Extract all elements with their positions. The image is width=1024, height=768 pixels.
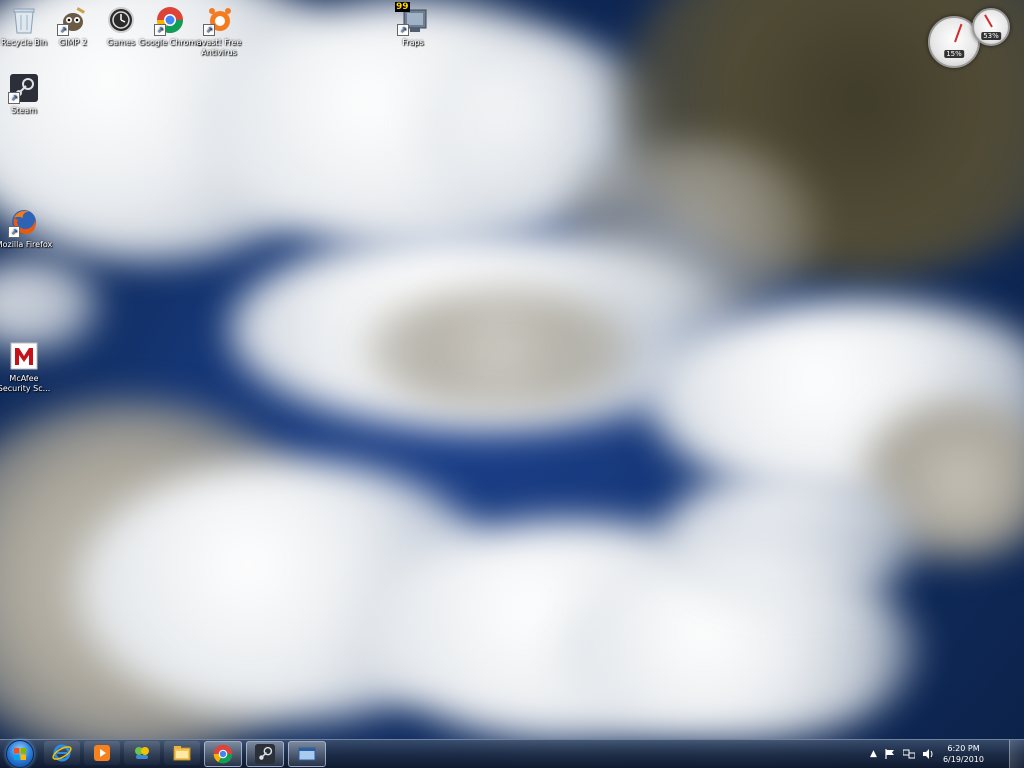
show-hidden-icons-button[interactable]: ▲	[870, 749, 877, 759]
taskbar-window[interactable]	[288, 741, 326, 767]
shortcut-arrow-icon: ↗	[8, 226, 20, 238]
clock-time: 6:20 PM	[947, 744, 980, 753]
taskbar-pinned-apps	[44, 741, 326, 767]
fraps-counter: 99	[395, 2, 410, 12]
desktop-icon-label: Steam	[11, 106, 37, 115]
desktop-icon-label: avast! Free Antivirus	[196, 38, 242, 57]
recycle-bin-icon	[8, 4, 40, 36]
firefox-icon: ↗	[8, 206, 40, 238]
window-icon	[298, 747, 316, 761]
cpu-percent: 15%	[944, 50, 964, 58]
windows-logo-icon	[14, 748, 26, 760]
taskbar: ▲ 6:20 PM 6/19/2010	[0, 739, 1024, 768]
cpu-meter-gadget[interactable]: 15% 53%	[928, 8, 1012, 68]
avast-icon: ↗	[203, 4, 235, 36]
taskbar-steam[interactable]	[246, 741, 284, 767]
chrome-icon: ↗	[154, 4, 186, 36]
taskbar-clock[interactable]: 6:20 PM 6/19/2010	[943, 743, 984, 765]
chrome-icon	[213, 744, 233, 764]
desktop-icon-label: Mozilla Firefox	[0, 240, 53, 249]
desktop-icon-label: Fraps	[402, 38, 424, 47]
taskbar-internet-explorer[interactable]	[44, 741, 80, 765]
taskbar-file-explorer[interactable]	[164, 741, 200, 765]
action-center-flag-icon[interactable]	[885, 749, 895, 759]
shortcut-arrow-icon: ↗	[203, 24, 215, 36]
internet-explorer-icon	[52, 744, 72, 762]
memory-percent: 53%	[981, 32, 1001, 40]
steam-icon: ↗	[8, 72, 40, 104]
taskbar-google-chrome[interactable]	[204, 741, 242, 767]
desktop-icon-fraps[interactable]: 99 ↗ Fraps	[381, 2, 445, 48]
memory-gauge: 53%	[972, 8, 1010, 46]
mcafee-icon	[8, 340, 40, 372]
shortcut-arrow-icon: ↗	[154, 24, 166, 36]
show-desktop-button[interactable]	[1009, 740, 1024, 768]
start-button[interactable]	[6, 740, 34, 768]
desktop-icon-mozilla-firefox[interactable]: ↗ Mozilla Firefox	[0, 206, 56, 250]
desktop-icon-mcafee[interactable]: McAfee Security Sc...	[0, 340, 56, 394]
clock-date: 6/19/2010	[942, 755, 984, 764]
desktop-icon-steam[interactable]: ↗ Steam	[0, 72, 56, 116]
shortcut-arrow-icon: ↗	[57, 24, 69, 36]
shortcut-arrow-icon: ↗	[8, 92, 20, 104]
messenger-icon	[135, 747, 149, 759]
desktop-icon-label: McAfee Security Sc...	[0, 374, 51, 393]
taskbar-media-player[interactable]	[84, 741, 120, 765]
media-player-icon	[94, 745, 110, 761]
fraps-icon: 99 ↗	[395, 2, 429, 36]
taskbar-messenger[interactable]	[124, 741, 160, 765]
shortcut-arrow-icon: ↗	[397, 24, 409, 36]
file-explorer-icon	[173, 746, 191, 761]
volume-icon[interactable]	[922, 749, 935, 759]
system-tray: ▲ 6:20 PM 6/19/2010	[870, 740, 984, 768]
cpu-needle	[954, 23, 963, 43]
network-icon[interactable]	[902, 749, 915, 759]
desktop-icon-avast[interactable]: ↗ avast! Free Antivirus	[187, 4, 251, 58]
games-icon	[105, 4, 137, 36]
memory-needle	[984, 14, 993, 28]
wallpaper	[0, 0, 1024, 768]
gimp-icon: ↗	[57, 4, 89, 36]
steam-icon	[255, 744, 275, 764]
